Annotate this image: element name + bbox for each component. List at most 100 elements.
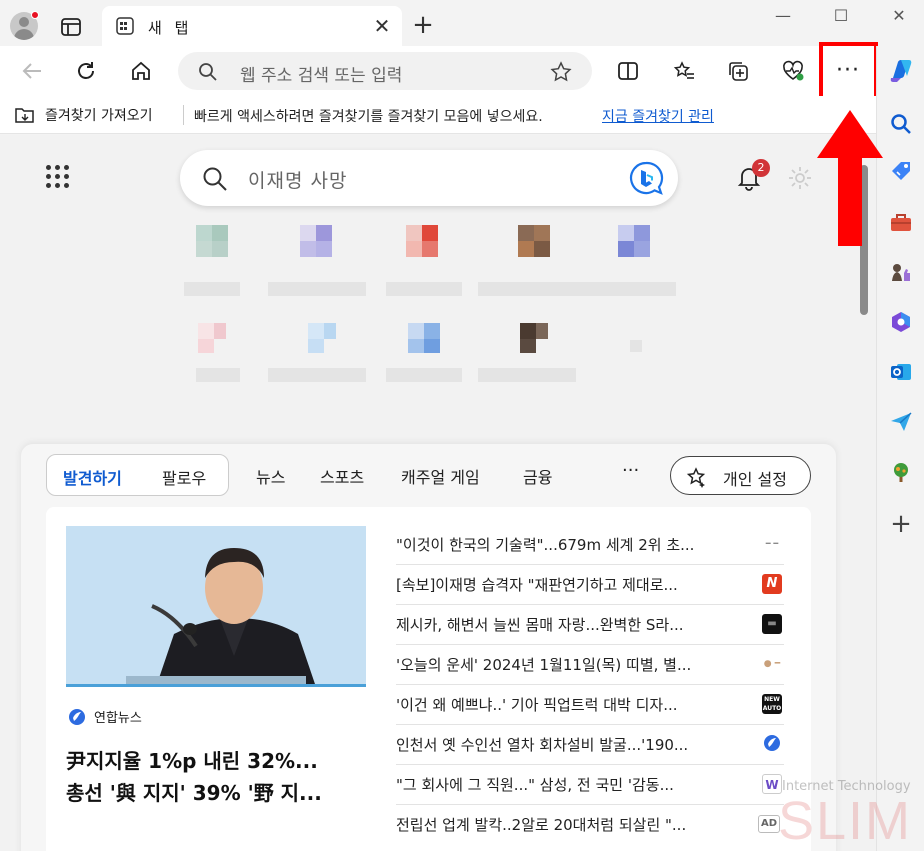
list-item[interactable]: '오늘의 운세' 2024년 1월11일(목) 띠별, 별... ● ━	[396, 645, 784, 685]
browser-essentials-button[interactable]	[777, 55, 809, 87]
tab-title: 새 탭	[148, 19, 193, 37]
quick-link-label	[478, 368, 576, 382]
apps-launcher-icon[interactable]	[46, 165, 69, 188]
profile-notification-dot	[31, 11, 39, 19]
more-categories-button[interactable]: ···	[622, 460, 639, 481]
outlook-icon[interactable]	[889, 360, 913, 384]
list-item[interactable]: "이것이 한국의 기술력"...679m 세계 2위 초... ━ ━	[396, 525, 784, 565]
collections-button[interactable]	[722, 55, 754, 87]
personalize-label: 개인 설정	[723, 470, 787, 489]
news-title: '이건 왜 예쁘냐..' 기아 픽업트럭 대박 디자...	[396, 696, 678, 714]
collections-icon	[729, 62, 748, 81]
quick-link-label	[588, 282, 676, 296]
new-tab-button[interactable]: +	[410, 12, 436, 38]
quick-link-tile[interactable]	[630, 340, 642, 352]
list-item[interactable]: "그 회사에 그 직원..." 삼성, 전 국민 '감동... W	[396, 765, 784, 805]
new-tab-page: 이재명 사망 2 발견하기 팔로우 뉴스 스포츠 캐주얼 게임 금융 ··· 개…	[0, 135, 876, 851]
refresh-button[interactable]	[70, 55, 102, 87]
close-window-button[interactable]: ✕	[876, 0, 922, 32]
tab-new-tab[interactable]: 새 탭 ✕	[102, 6, 402, 46]
split-screen-icon	[618, 62, 638, 80]
quick-link-label	[386, 368, 462, 382]
quick-link-tile[interactable]	[300, 225, 360, 285]
drop-send-icon[interactable]	[889, 410, 913, 434]
heart-pulse-icon	[783, 60, 804, 81]
publisher-logo: NEW AUTO	[762, 694, 782, 714]
source-name: 연합뉴스	[94, 711, 142, 726]
tree-icon[interactable]	[889, 460, 913, 484]
favorites-bar-message: 빠르게 액세스하려면 즐겨찾기를 즐겨찾기 모음에 넣으세요.	[194, 109, 543, 125]
favorites-list-icon	[673, 61, 694, 79]
category-finance[interactable]: 금융	[523, 464, 552, 488]
search-icon	[199, 63, 217, 81]
back-button[interactable]	[16, 55, 48, 87]
favorite-star-icon[interactable]	[550, 61, 572, 83]
main-story-photo[interactable]	[66, 526, 366, 687]
quick-link-label	[184, 282, 240, 296]
address-bar[interactable]: 웹 주소 검색 또는 입력	[178, 52, 592, 90]
folder-import-icon	[15, 108, 34, 123]
search-icon	[203, 167, 227, 191]
search-query-text: 이재명 사망	[248, 170, 348, 192]
main-story-source[interactable]: 연합뉴스	[68, 707, 142, 726]
quick-link-tile[interactable]	[406, 225, 466, 285]
news-title: [속보]이재명 습격자 "재판연기하고 제대로...	[396, 576, 678, 594]
home-button[interactable]	[125, 55, 157, 87]
manage-favorites-link[interactable]: 지금 즐겨찾기 관리	[602, 106, 714, 126]
quick-link-label	[268, 368, 366, 382]
quick-link-tile[interactable]	[518, 225, 578, 285]
bing-chat-icon[interactable]	[628, 160, 664, 196]
list-item[interactable]: [속보]이재명 습격자 "재판연기하고 제대로... N	[396, 565, 784, 605]
red-arrow-annotation	[817, 110, 883, 246]
watermark-logo: SLIM	[778, 791, 913, 851]
news-title: "그 회사에 그 직원..." 삼성, 전 국민 '감동...	[396, 776, 674, 794]
publisher-logo	[762, 734, 782, 754]
main-story-headline[interactable]: 尹지지율 1%p 내린 32%... 총선 '與 지지' 39% '野 지...	[66, 745, 366, 809]
headline-line-1: 尹지지율 1%p 내린 32%...	[66, 749, 318, 773]
title-bar: 새 탭 ✕ + — ☐ ✕	[0, 0, 924, 46]
ad-badge: AD	[758, 815, 780, 833]
news-title: 전립선 업계 발칵..2알로 20대처럼 되살린 "...	[396, 816, 687, 834]
list-item[interactable]: 인천서 옛 수인선 열차 회차설비 발굴...'190...	[396, 725, 784, 765]
shopping-tag-icon[interactable]	[889, 159, 913, 183]
maximize-button[interactable]: ☐	[818, 0, 864, 32]
microsoft-365-icon[interactable]	[889, 310, 913, 334]
tools-toolbox-icon[interactable]	[889, 210, 913, 234]
category-casual-games[interactable]: 캐주얼 게임	[401, 464, 480, 488]
publisher-logo: ● ━	[762, 654, 782, 674]
import-favorites-label: 즐겨찾기 가져오기	[45, 108, 153, 124]
import-favorites-button[interactable]: 즐겨찾기 가져오기	[14, 105, 153, 125]
tab-following[interactable]: 팔로우	[162, 465, 206, 489]
publisher-logo: ━ ━	[762, 534, 782, 554]
tab-actions-icon[interactable]	[60, 17, 82, 37]
minimize-button[interactable]: —	[760, 0, 806, 32]
quick-link-label	[478, 282, 588, 296]
quick-link-tile[interactable]	[618, 225, 678, 285]
copilot-icon[interactable]	[887, 56, 915, 84]
tab-discover[interactable]: 발견하기	[63, 465, 122, 489]
list-item[interactable]: '이건 왜 예쁘냐..' 기아 픽업트럭 대박 디자... NEW AUTO	[396, 685, 784, 725]
category-news[interactable]: 뉴스	[256, 464, 285, 488]
home-icon	[132, 61, 150, 80]
quick-link-label	[386, 282, 462, 296]
category-sports[interactable]: 스포츠	[320, 464, 364, 488]
personalize-button[interactable]: 개인 설정	[670, 456, 811, 495]
page-settings-gear-icon[interactable]	[787, 165, 813, 191]
list-item[interactable]: 전립선 업계 발칵..2알로 20대처럼 되살린 "... AD	[396, 805, 784, 845]
toolbar: 웹 주소 검색 또는 입력 ···	[0, 46, 924, 96]
web-search-box[interactable]: 이재명 사망	[180, 150, 678, 206]
quick-link-tile[interactable]	[196, 225, 256, 285]
favorites-button[interactable]	[668, 55, 700, 87]
split-screen-button[interactable]	[612, 55, 644, 87]
quick-link-label	[196, 368, 240, 382]
add-sidebar-app-icon[interactable]: +	[889, 511, 913, 537]
news-feed: 발견하기 팔로우 뉴스 스포츠 캐주얼 게임 금융 ··· 개인 설정 연합뉴스…	[21, 444, 836, 851]
yonhap-logo-icon	[764, 735, 780, 751]
search-icon[interactable]	[889, 112, 913, 136]
back-arrow-icon	[22, 63, 41, 79]
games-chess-icon[interactable]	[889, 260, 913, 284]
list-item[interactable]: 제시카, 해변서 늘씬 몸매 자랑...완벽한 S라... ▬	[396, 605, 784, 645]
highlight-box	[819, 42, 878, 102]
edge-sidebar: +	[876, 46, 924, 851]
close-tab-icon[interactable]: ✕	[370, 14, 394, 38]
